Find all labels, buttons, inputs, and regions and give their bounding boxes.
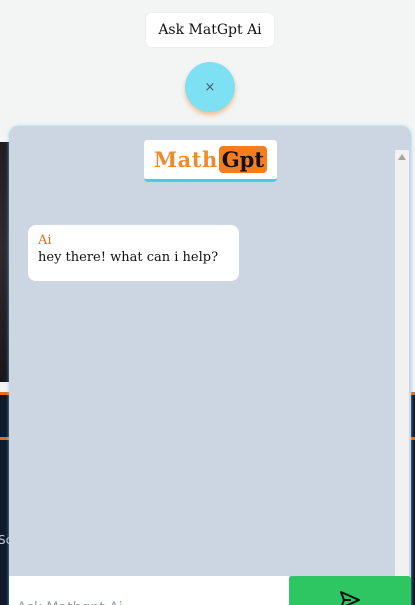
chat-input[interactable] bbox=[9, 576, 289, 605]
page: Sc Ask MatGpt Ai × MathGpt Ai hey there!… bbox=[0, 0, 415, 605]
close-icon: × bbox=[204, 79, 216, 95]
logo-text-gpt: Gpt bbox=[218, 146, 268, 173]
chat-scrollbar[interactable] bbox=[395, 150, 409, 602]
close-chat-button[interactable]: × bbox=[185, 62, 235, 112]
logo-text-math: Math bbox=[153, 147, 218, 172]
chat-input-row bbox=[9, 576, 411, 605]
message-bubble: Ai hey there! what can i help? bbox=[28, 225, 239, 281]
send-icon bbox=[340, 591, 360, 605]
ask-matgpt-button[interactable]: Ask MatGpt Ai bbox=[146, 13, 274, 47]
send-button[interactable] bbox=[289, 576, 411, 605]
chat-panel: Math Gpt Ai hey there! what can i help? bbox=[9, 126, 411, 605]
scroll-up-arrow-icon[interactable] bbox=[398, 154, 406, 160]
message-text: hey there! what can i help? bbox=[38, 250, 219, 265]
message-sender: Ai bbox=[38, 233, 52, 248]
mathgpt-logo: Math Gpt bbox=[144, 140, 277, 182]
